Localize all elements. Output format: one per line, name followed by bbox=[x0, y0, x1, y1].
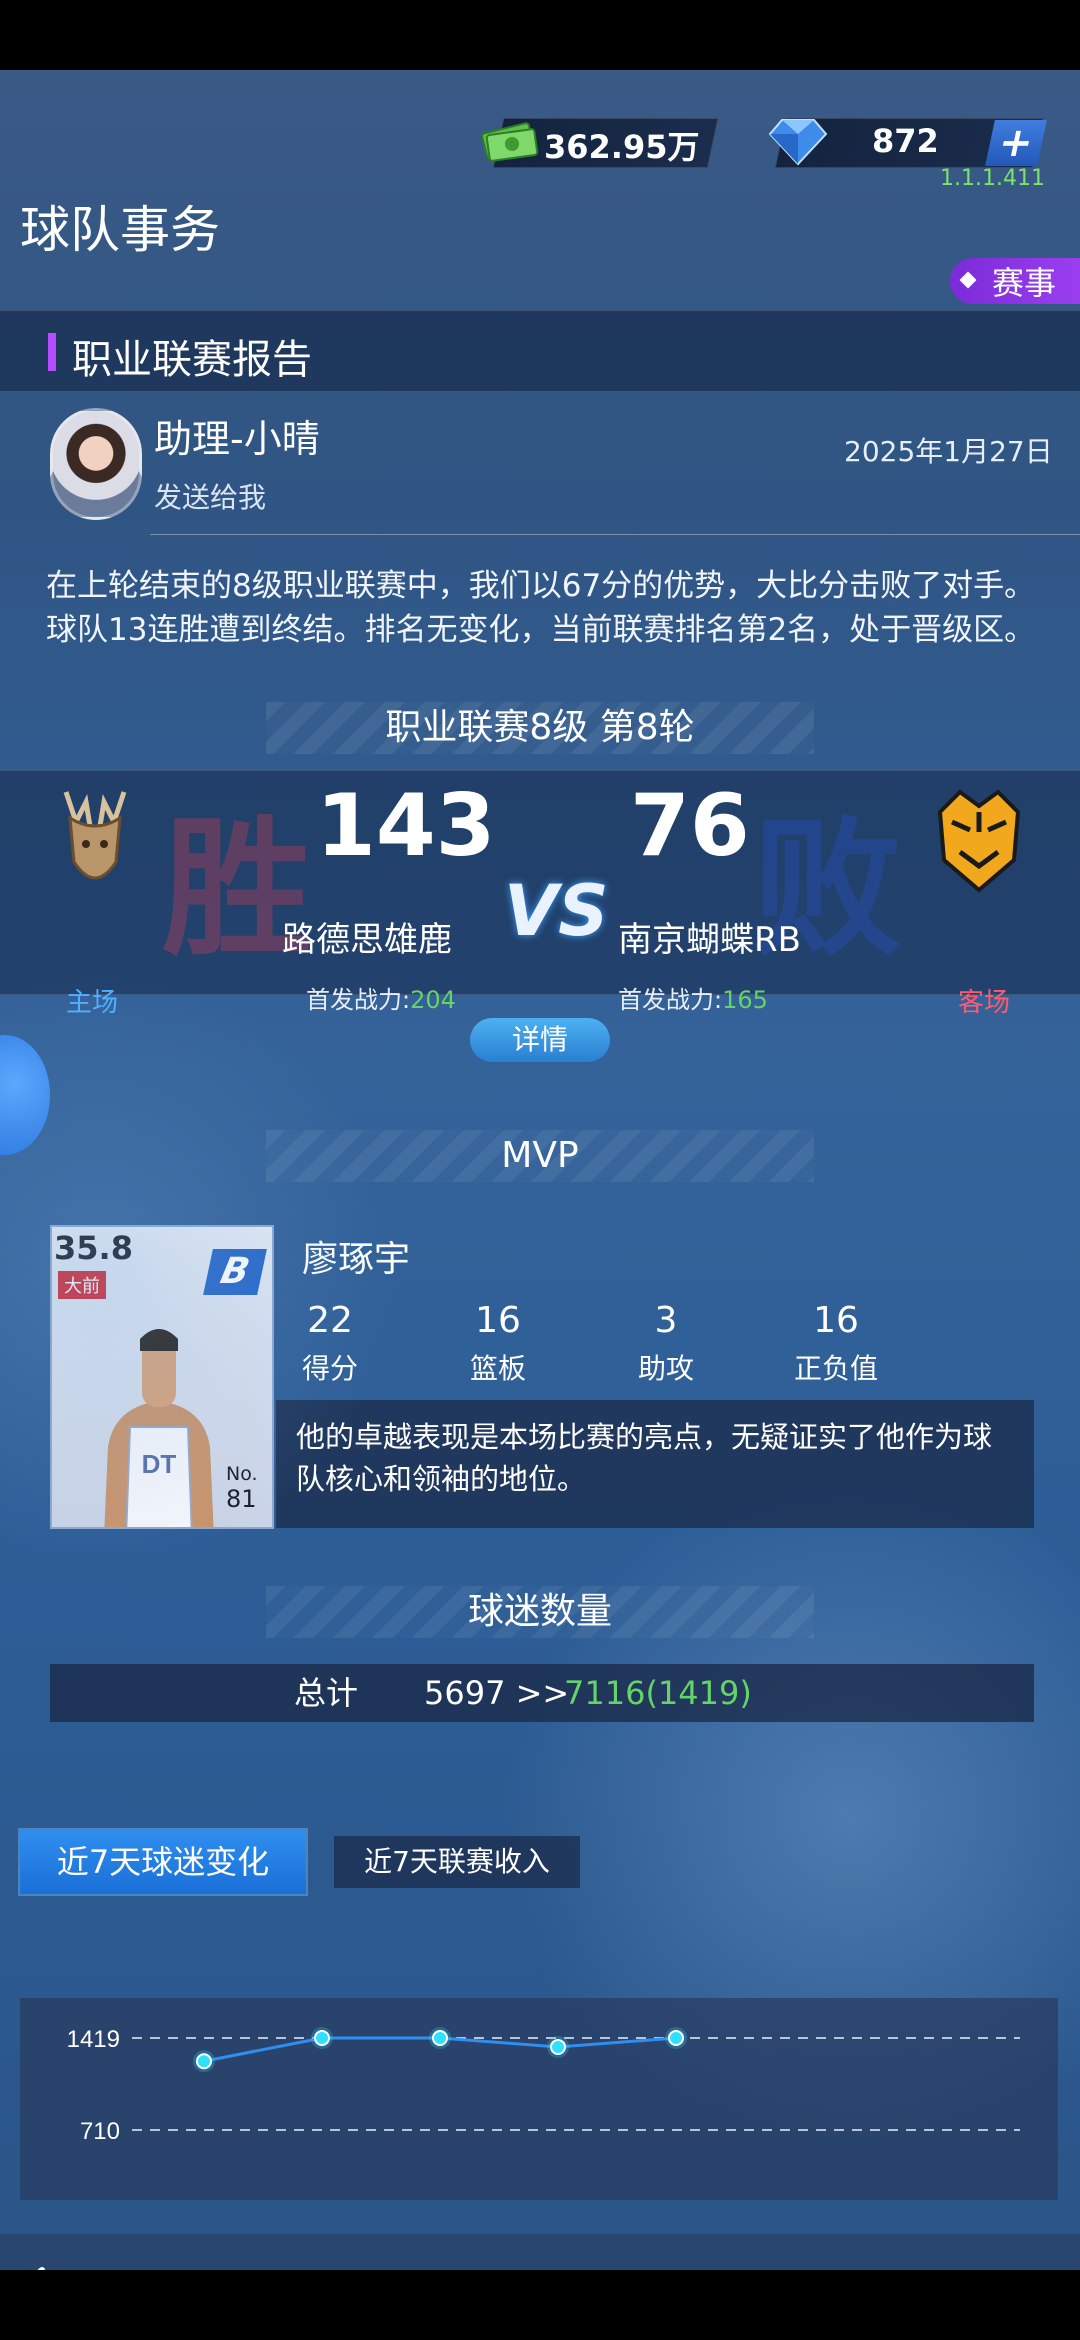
vs-label: VS bbox=[504, 870, 609, 952]
stat-points: 22 得分 bbox=[270, 1300, 390, 1387]
home-power-label: 首发战力: bbox=[306, 986, 411, 1014]
tiger-logo-icon bbox=[937, 789, 1021, 893]
version-label: 1.1.1.411 bbox=[940, 166, 1045, 191]
home-team-name: 路德思雄鹿 bbox=[282, 920, 452, 960]
home-score: 143 bbox=[316, 776, 496, 876]
stat-label: 得分 bbox=[301, 1352, 358, 1385]
mvp-heading: MVP bbox=[266, 1130, 814, 1182]
away-score: 76 bbox=[630, 776, 750, 876]
bottom-bar bbox=[0, 2234, 1080, 2270]
divider bbox=[150, 534, 1080, 535]
away-side-label: 客场 bbox=[958, 988, 1011, 1018]
fans-total-label: 总计 bbox=[294, 1674, 359, 1712]
away-power-label: 首发战力: bbox=[618, 986, 723, 1014]
fans-from: 5697 >> bbox=[424, 1674, 570, 1712]
mvp-comment: 他的卓越表现是本场比赛的亮点，无疑证实了他作为球队核心和领袖的地位。 bbox=[276, 1400, 1034, 1528]
section-header: 职业联赛报告 bbox=[0, 310, 1080, 392]
fan-change-chart: 1419 710 bbox=[20, 1998, 1058, 2200]
player-tier: B bbox=[203, 1249, 267, 1295]
back-button[interactable]: 返回 bbox=[74, 2268, 130, 2270]
stat-label: 助攻 bbox=[637, 1352, 694, 1385]
screen: 362.95万 872 + 1.1.1.411 球队事务 赛事 职业联赛报告 助… bbox=[0, 70, 1080, 2270]
stat-assists: 3 助攻 bbox=[606, 1300, 726, 1387]
player-rating: 35.8 bbox=[54, 1229, 133, 1267]
player-no-label: No. bbox=[226, 1463, 258, 1485]
side-float-button[interactable] bbox=[0, 1035, 50, 1155]
chart-point[interactable] bbox=[314, 2030, 330, 2046]
event-tab-label: 赛事 bbox=[992, 264, 1057, 302]
stat-value: 16 bbox=[813, 1300, 859, 1341]
home-power: 首发战力:204 bbox=[306, 980, 456, 1015]
tab-fan-change[interactable]: 近7天球迷变化 bbox=[20, 1830, 306, 1894]
player-portrait: DT bbox=[104, 1329, 214, 1527]
page-title: 球队事务 bbox=[20, 201, 220, 259]
player-position: 大前 bbox=[58, 1271, 106, 1299]
away-power-value: 165 bbox=[722, 986, 768, 1014]
away-power: 首发战力:165 bbox=[618, 980, 768, 1015]
mvp-name: 廖琢宇 bbox=[302, 1239, 411, 1280]
event-tab[interactable]: 赛事 bbox=[950, 258, 1080, 304]
diamond-icon bbox=[768, 119, 828, 166]
details-button[interactable]: 详情 bbox=[470, 1018, 610, 1062]
home-side-label: 主场 bbox=[66, 988, 119, 1018]
away-team-name: 南京蝴蝶RB bbox=[618, 920, 801, 960]
chart-y-tick-label: 1419 bbox=[67, 2026, 120, 2053]
stat-value: 3 bbox=[654, 1300, 678, 1341]
chart-y-tick-label: 710 bbox=[80, 2118, 120, 2145]
player-number: 81 bbox=[226, 1485, 257, 1513]
stat-value: 22 bbox=[307, 1300, 353, 1341]
fans-total-bar: 总计 5697 >> 7116(1419) bbox=[50, 1664, 1034, 1722]
chart-point[interactable] bbox=[550, 2038, 566, 2055]
mail-date: 2025年1月27日 bbox=[844, 435, 1053, 468]
assistant-avatar bbox=[50, 408, 142, 520]
jersey-text: DT bbox=[142, 1449, 177, 1479]
back-arrow-icon[interactable] bbox=[16, 2266, 50, 2270]
chart-svg: 1419 710 bbox=[67, 2026, 1020, 2145]
stat-value: 16 bbox=[475, 1300, 521, 1341]
stat-label: 正负值 bbox=[793, 1352, 878, 1385]
deer-logo-icon bbox=[63, 791, 127, 880]
fans-heading: 球迷数量 bbox=[266, 1586, 814, 1638]
mail-sender: 助理-小晴 bbox=[154, 417, 320, 461]
stat-label: 篮板 bbox=[469, 1352, 526, 1385]
money-value: 362.95万 bbox=[544, 128, 700, 166]
mail-recipient: 发送给我 bbox=[154, 481, 267, 514]
chart-point[interactable] bbox=[432, 2030, 448, 2046]
home-power-value: 204 bbox=[410, 986, 456, 1014]
tab-league-income[interactable]: 近7天联赛收入 bbox=[334, 1836, 580, 1888]
chart-point[interactable] bbox=[668, 2030, 684, 2046]
mail-message: 在上轮结束的8级职业联赛中，我们以67分的优势，大比分击败了对手。球队13连胜遭… bbox=[46, 568, 1036, 648]
player-card[interactable]: 35.8 大前 B DT No. 81 bbox=[50, 1225, 274, 1529]
money-icon bbox=[481, 122, 539, 162]
stat-rebounds: 16 篮板 bbox=[438, 1300, 558, 1387]
chart-point[interactable] bbox=[196, 2053, 212, 2070]
gem-value: 872 bbox=[872, 122, 939, 160]
match-heading: 职业联赛8级 第8轮 bbox=[266, 702, 814, 754]
section-accent bbox=[48, 333, 56, 371]
stat-plus-minus: 16 正负值 bbox=[776, 1300, 896, 1387]
section-title: 职业联赛报告 bbox=[72, 337, 312, 383]
add-gems-button[interactable]: + bbox=[985, 120, 1047, 166]
fans-to: 7116(1419) bbox=[564, 1674, 752, 1712]
